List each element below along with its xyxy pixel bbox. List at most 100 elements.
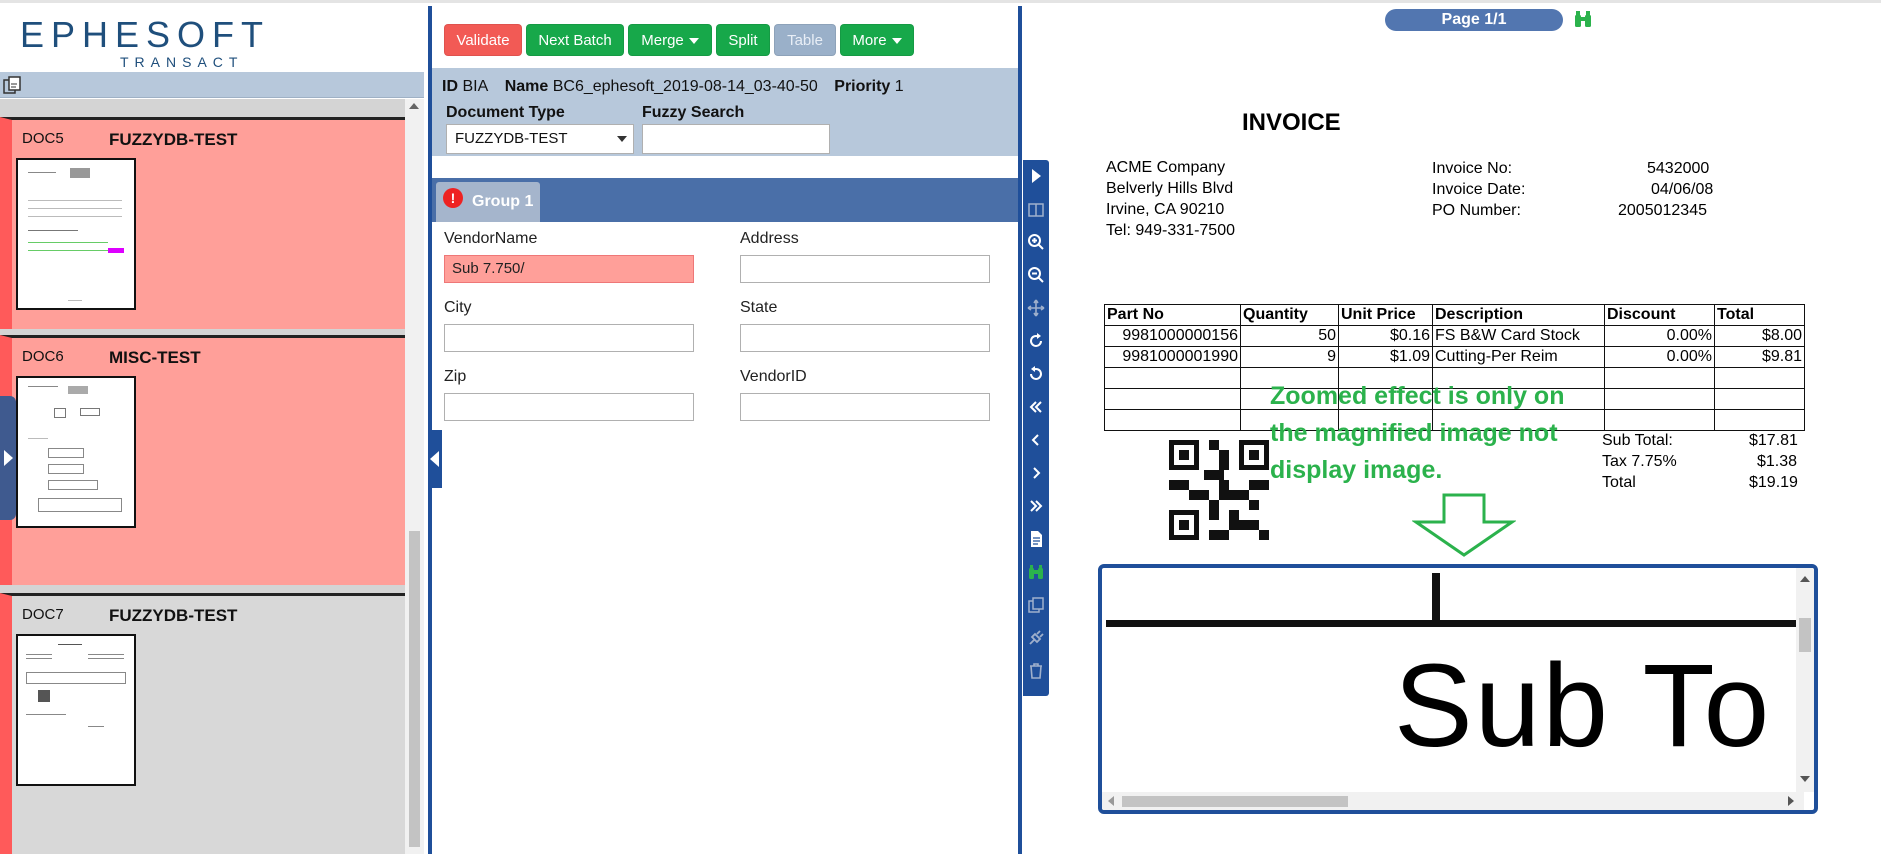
document-list-scrollbar[interactable]: [405, 99, 424, 854]
dropdown-arrow-icon: [617, 136, 627, 142]
table-cell: $0.16: [1338, 325, 1433, 347]
chevron-down-icon: [688, 38, 699, 45]
invoice-info-label: Invoice No:: [1432, 160, 1513, 177]
city-field[interactable]: [444, 324, 694, 352]
merge-button[interactable]: Merge: [628, 24, 712, 56]
split-button[interactable]: Split: [716, 24, 770, 56]
document-icon[interactable]: [1026, 529, 1046, 549]
table-cell: 50: [1240, 325, 1339, 347]
magnified-line: [1106, 620, 1796, 627]
total-value: $1.38: [1757, 453, 1798, 470]
rotate-clockwise-icon[interactable]: [1026, 331, 1046, 351]
binoculars-icon[interactable]: [1572, 8, 1594, 30]
batch-summary: ID BIA Name BC6_ephesoft_2019-08-14_03-4…: [442, 78, 904, 96]
document-item-doc5[interactable]: DOC5 FUZZYDB-TEST: [0, 117, 405, 329]
validate-button[interactable]: Validate: [444, 24, 522, 56]
batch-priority-value: 1: [894, 78, 904, 95]
scroll-left-icon[interactable]: [1108, 796, 1114, 806]
move-icon[interactable]: [1026, 298, 1046, 318]
trash-icon[interactable]: [1026, 661, 1046, 681]
table-cell: 9981000000156: [1104, 325, 1241, 347]
invoice-info-label: PO Number:: [1432, 202, 1521, 219]
scrollbar-thumb[interactable]: [1799, 618, 1811, 652]
zip-field[interactable]: [444, 393, 694, 421]
expand-left-panel-handle[interactable]: [0, 396, 16, 520]
table-cell: 9: [1240, 346, 1339, 368]
logo-text-top: EPHESOFT: [20, 14, 271, 55]
next-page-icon[interactable]: [1026, 463, 1046, 483]
batch-info: ID BIA Name BC6_ephesoft_2019-08-14_03-4…: [432, 68, 1018, 156]
document-type-select[interactable]: FUZZYDB-TEST: [446, 124, 634, 154]
image-viewer: Page 1/1 INVOICE ACME Company Belverly H…: [1052, 6, 1881, 854]
magnifier-horizontal-scrollbar[interactable]: [1102, 792, 1804, 810]
scrollbar-thumb[interactable]: [409, 531, 420, 847]
document-type-value: FUZZYDB-TEST: [455, 130, 568, 147]
company-line: Belverly Hills Blvd: [1106, 180, 1234, 197]
zip-label: Zip: [444, 368, 467, 385]
document-thumbnail[interactable]: [16, 634, 136, 786]
merge-label: Merge: [641, 32, 684, 49]
scroll-right-icon[interactable]: [1788, 796, 1794, 806]
scroll-up-icon[interactable]: [409, 103, 419, 109]
plugin-icon[interactable]: [1026, 628, 1046, 648]
scroll-down-icon[interactable]: [1800, 776, 1810, 782]
table-cell: 0.00%: [1604, 346, 1715, 368]
next-batch-button[interactable]: Next Batch: [526, 24, 624, 56]
chevron-left-icon: [430, 451, 439, 467]
zoom-out-icon[interactable]: [1026, 265, 1046, 285]
batch-id-label: ID: [442, 78, 458, 95]
fuzzy-search-label: Fuzzy Search: [642, 104, 745, 121]
document-id: DOC7: [22, 606, 64, 623]
vendor-id-field[interactable]: [740, 393, 990, 421]
fuzzy-search-input[interactable]: [642, 124, 830, 154]
document-item-doc7[interactable]: DOC7 FUZZYDB-TEST: [0, 593, 405, 854]
address-field[interactable]: [740, 255, 990, 283]
last-page-icon[interactable]: [1026, 496, 1046, 516]
qr-code-icon: [1169, 440, 1269, 540]
more-button[interactable]: More: [840, 24, 914, 56]
copy-pages-icon[interactable]: [1026, 595, 1046, 615]
previous-page-icon[interactable]: [1026, 430, 1046, 450]
batch-priority-label: Priority: [834, 78, 891, 95]
state-field[interactable]: [740, 324, 990, 352]
copy-documents-icon[interactable]: [2, 75, 24, 95]
invoice-info-label: Invoice Date:: [1432, 181, 1526, 198]
invoice-info-value: 2005012345: [1618, 202, 1707, 219]
group-tab-label: Group 1: [472, 193, 534, 210]
collapse-middle-panel-handle[interactable]: [428, 430, 442, 488]
scroll-up-icon[interactable]: [1800, 576, 1810, 582]
binoculars-icon[interactable]: [1026, 562, 1046, 582]
vendor-name-field[interactable]: Sub 7.750/: [444, 255, 694, 283]
batch-name-label: Name: [504, 78, 549, 95]
document-item-doc6[interactable]: DOC6 MISC-TEST: [0, 335, 405, 585]
city-label: City: [444, 299, 472, 316]
split-view-icon[interactable]: [1026, 200, 1046, 220]
document-thumbnail[interactable]: [16, 158, 136, 310]
table-cell: 0.00%: [1604, 325, 1715, 347]
annotation-note: Zoomed effect is only on the magnified i…: [1270, 382, 1565, 484]
table-cell: $8.00: [1714, 325, 1805, 347]
rotate-counterclockwise-icon[interactable]: [1026, 364, 1046, 384]
first-page-icon[interactable]: [1026, 397, 1046, 417]
scrollbar-thumb[interactable]: [1122, 796, 1348, 807]
magnifier-vertical-scrollbar[interactable]: [1796, 568, 1814, 792]
table-button[interactable]: Table: [774, 24, 836, 56]
play-icon[interactable]: [1026, 166, 1046, 186]
document-thumbnail[interactable]: [16, 376, 136, 528]
vendor-name-label: VendorName: [444, 230, 538, 247]
zoom-in-icon[interactable]: [1026, 232, 1046, 252]
table-cell: FS B&W Card Stock: [1432, 325, 1605, 347]
page-indicator: Page 1/1: [1385, 9, 1563, 31]
table-cell: Cutting-Per Reim: [1432, 346, 1605, 368]
document-id: DOC6: [22, 348, 64, 365]
viewer-toolbar: [1023, 160, 1049, 696]
column-header: Unit Price: [1338, 304, 1433, 326]
arrow-down-icon: [1412, 493, 1516, 557]
magnifier-window[interactable]: Sub To: [1098, 564, 1818, 814]
tab-group-1[interactable]: ! Group 1: [436, 182, 540, 222]
company-line: Irvine, CA 90210: [1106, 201, 1225, 218]
app-root: EPHESOFT TRANSACT DOC5 FUZZYDB-TEST DOC6…: [0, 0, 1881, 854]
chevron-right-icon: [4, 450, 13, 466]
document-toolbar: [0, 72, 424, 98]
more-label: More: [852, 32, 887, 49]
